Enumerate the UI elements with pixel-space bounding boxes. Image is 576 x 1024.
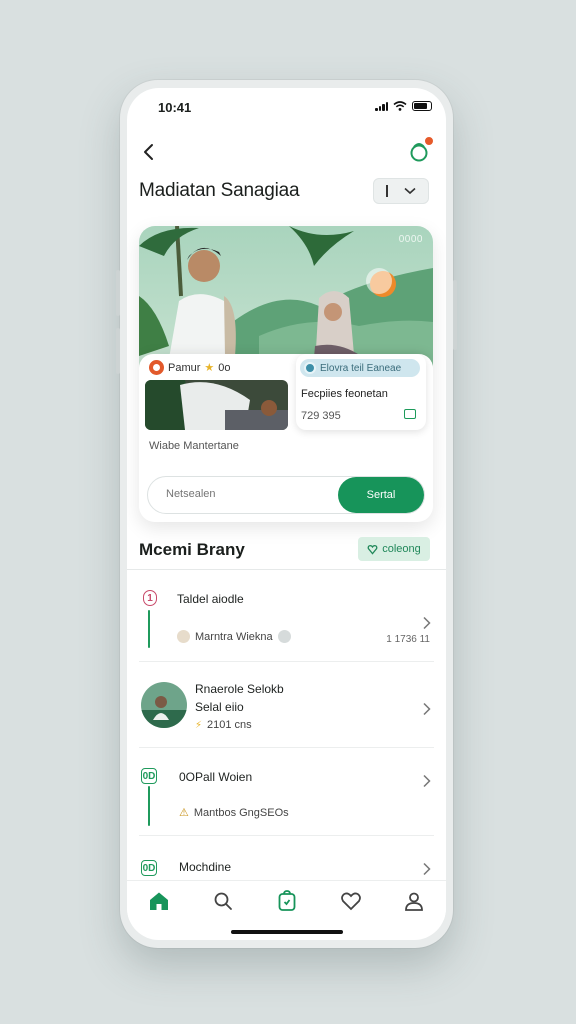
row-badge: 1: [143, 590, 157, 606]
timeline-line: [148, 610, 150, 648]
heart-icon[interactable]: [339, 889, 363, 913]
search-button[interactable]: Sertal: [338, 477, 424, 513]
lightning-icon: ⚡: [195, 719, 203, 731]
row-title: Taldel aiodle: [177, 592, 244, 606]
search-bar: Sertal: [147, 476, 425, 514]
hero-card[interactable]: 0000 Pamur ★ 0o Elovra teil Eaneae Fecpi…: [139, 226, 433, 522]
bag-icon[interactable]: [275, 889, 299, 913]
row-subtitle-text: 2101 cns: [207, 719, 252, 731]
promo-card[interactable]: Elovra teil Eaneae Fecpiies feonetan 729…: [296, 354, 426, 430]
featured-thumbnail: [145, 380, 288, 430]
timeline-line: [148, 786, 150, 826]
star-icon: ★: [204, 362, 215, 374]
section-title: Mcemi Brany: [139, 540, 245, 559]
row-title: Rnaerole Selokb: [195, 682, 284, 696]
status-bar: 10:41: [127, 88, 446, 124]
top-bar: [127, 136, 446, 166]
volume-down-button: [116, 328, 120, 374]
row-subtitle: ⚠ Mantbos GngSEOs: [179, 806, 289, 820]
row-subtitle-text: Mantbos GngSEOs: [193, 806, 289, 819]
chevron-right-icon: [423, 702, 431, 716]
profile-icon[interactable]: [402, 889, 426, 913]
home-icon[interactable]: [147, 889, 171, 913]
chevron-down-icon: [403, 187, 416, 195]
hero-tag: 0000: [398, 234, 423, 245]
vendor-logo-icon: [149, 360, 164, 375]
row-title: 0OPall Woien: [179, 770, 253, 784]
list-item[interactable]: 1 Taldel aiodle Marntra Wiekna 1 1736 11: [127, 570, 446, 662]
promo-number: 729 395: [301, 410, 341, 422]
vendor-pill: Pamur ★ 0o: [149, 360, 231, 375]
promo-chip-label: Elovra teil Eaneae: [320, 362, 402, 374]
volume-up-button: [116, 270, 120, 316]
ticket-icon: [404, 409, 416, 419]
row-title-secondary: Selal eiio: [195, 700, 244, 714]
status-icons: [375, 101, 432, 111]
list-item[interactable]: 0D 0OPall Woien ⚠ Mantbos GngSEOs: [127, 748, 446, 836]
signal-icon: [375, 102, 388, 111]
page-title: Madiatan Sanagiaa: [139, 180, 300, 201]
chevron-right-icon: [423, 774, 431, 788]
back-arrow-icon[interactable]: [137, 140, 161, 164]
notification-dot: [424, 136, 434, 146]
search-input[interactable]: [166, 488, 316, 500]
promo-chip-icon: [304, 362, 316, 374]
home-indicator: [231, 930, 343, 934]
heart-shield-icon: [367, 544, 378, 555]
emoji-icon: [277, 630, 291, 643]
section-badge-label: coleong: [382, 543, 421, 555]
avatar: [141, 682, 187, 728]
vendor-suffix: 0o: [218, 361, 231, 374]
wifi-icon: [393, 101, 407, 111]
coin-icon: [177, 630, 190, 643]
chevron-right-icon: [423, 616, 431, 630]
tab-bar: [127, 880, 446, 920]
row-title: Mochdine: [179, 860, 232, 874]
cart-button[interactable]: [406, 136, 434, 164]
warning-icon: ⚠: [179, 807, 189, 819]
row-subtitle-text: Marntra Wiekna: [195, 630, 273, 643]
featured-card: Pamur ★ 0o Elovra teil Eaneae Fecpiies f…: [139, 354, 433, 522]
phone-frame: 10:41 Madiatan Sanagiaa 0000 Pamur ★ 0o …: [116, 80, 457, 948]
row-subtitle: Marntra Wiekna: [177, 630, 291, 643]
list-item[interactable]: Rnaerole Selokb Selal eiio ⚡ 2101 cns: [127, 662, 446, 748]
battery-icon: [412, 101, 432, 111]
promo-title: Fecpiies feonetan: [301, 388, 388, 400]
power-button: [453, 280, 457, 350]
row-badge: 0D: [141, 860, 157, 876]
row-subtitle: ⚡ 2101 cns: [195, 719, 252, 731]
row-badge: 0D: [141, 768, 157, 784]
view-selector[interactable]: [373, 178, 429, 204]
row-meta: 1 1736 11: [386, 634, 430, 645]
vendor-label: Pamur: [168, 361, 201, 374]
selector-divider: [386, 185, 388, 197]
section-filter-button[interactable]: coleong: [358, 537, 430, 561]
list-item[interactable]: 0D Mochdine: [127, 836, 446, 880]
search-icon[interactable]: [211, 889, 235, 913]
screen: 10:41 Madiatan Sanagiaa 0000 Pamur ★ 0o …: [127, 88, 446, 940]
chevron-right-icon: [423, 862, 431, 876]
status-time: 10:41: [158, 100, 192, 115]
promo-chip: Elovra teil Eaneae: [300, 359, 420, 377]
featured-caption: Wiabe Mantertane: [149, 440, 239, 452]
